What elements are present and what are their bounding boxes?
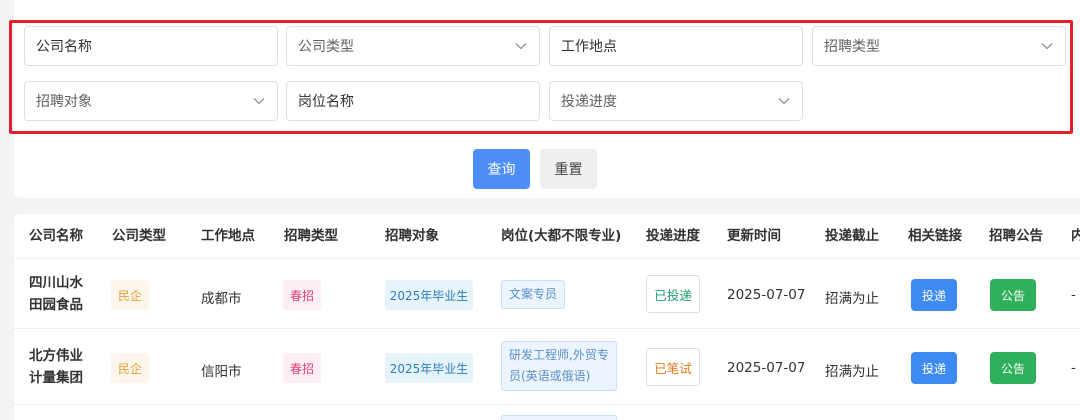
header-company-name: 公司名称 xyxy=(29,228,83,244)
company-type-badge: 民企 xyxy=(111,353,149,383)
apply-button[interactable]: 投递 xyxy=(911,279,957,311)
company-name-placeholder: 公司名称 xyxy=(36,39,92,55)
chevron-down-icon xyxy=(1041,43,1053,50)
header-location: 工作地点 xyxy=(201,228,255,244)
progress-badge: 已笔试 xyxy=(646,348,700,386)
extra-cell: - xyxy=(1071,287,1076,303)
row-divider xyxy=(14,328,1080,329)
company-name-line: 北方伟业 xyxy=(29,348,83,364)
header-links: 相关链接 xyxy=(908,228,962,244)
apply-progress-placeholder: 投递进度 xyxy=(561,94,617,110)
progress-badge: 已投递 xyxy=(646,275,700,313)
header-divider xyxy=(14,258,1080,259)
chevron-down-icon xyxy=(253,98,265,105)
results-table: 公司名称 公司类型 工作地点 招聘类型 招聘对象 岗位(大都不限专业) 投递进度… xyxy=(14,214,1080,420)
header-notice: 招聘公告 xyxy=(989,228,1043,244)
updated-cell: 2025-07-07 xyxy=(727,360,806,376)
company-name-line: 田园食品 xyxy=(29,297,83,313)
header-company-type: 公司类型 xyxy=(112,228,166,244)
work-location-input[interactable]: 工作地点 xyxy=(549,26,803,66)
header-recruit-type: 招聘类型 xyxy=(284,228,338,244)
company-name-input[interactable]: 公司名称 xyxy=(24,26,278,66)
header-progress: 投递进度 xyxy=(646,228,700,244)
query-button[interactable]: 查询 xyxy=(473,149,530,189)
recruit-type-badge: 春招 xyxy=(283,353,321,383)
updated-cell: 2025-07-07 xyxy=(727,287,806,303)
work-location-placeholder: 工作地点 xyxy=(561,39,617,55)
position-tag: 文案专员 xyxy=(501,280,566,309)
company-type-badge: 民企 xyxy=(111,280,149,310)
company-type-placeholder: 公司类型 xyxy=(298,39,354,55)
deadline-cell: 招满为止 xyxy=(825,364,879,380)
reset-button[interactable]: 重置 xyxy=(540,149,597,189)
header-position: 岗位(大都不限专业) xyxy=(501,228,622,244)
company-name-cell: 北方伟业 计量集团 xyxy=(29,345,91,389)
notice-button[interactable]: 公告 xyxy=(990,279,1036,311)
recruit-target-select[interactable]: 招聘对象 xyxy=(24,81,278,121)
location-cell: 成都市 xyxy=(201,291,242,307)
target-badge: 2025年毕业生 xyxy=(385,353,473,383)
header-updated: 更新时间 xyxy=(727,228,781,244)
header-extra: 内 xyxy=(1071,228,1080,244)
position-name-input[interactable]: 岗位名称 xyxy=(286,81,540,121)
company-name-line: 四川山水 xyxy=(29,275,83,291)
extra-cell: - xyxy=(1071,360,1076,376)
deadline-cell: 招满为止 xyxy=(825,291,879,307)
recruit-target-placeholder: 招聘对象 xyxy=(36,94,92,110)
recruit-type-placeholder: 招聘类型 xyxy=(824,39,880,55)
chevron-down-icon xyxy=(515,43,527,50)
company-name-cell: 四川山水 田园食品 xyxy=(29,272,91,316)
apply-progress-select[interactable]: 投递进度 xyxy=(549,81,803,121)
notice-button[interactable]: 公告 xyxy=(990,352,1036,384)
position-name-placeholder: 岗位名称 xyxy=(298,94,354,110)
row-divider xyxy=(14,404,1080,405)
recruit-type-badge: 春招 xyxy=(283,280,321,310)
company-name-line: 计量集团 xyxy=(29,370,83,386)
apply-button[interactable]: 投递 xyxy=(911,352,957,384)
header-target: 招聘对象 xyxy=(385,228,439,244)
target-badge: 2025年毕业生 xyxy=(385,280,473,310)
recruit-type-select[interactable]: 招聘类型 xyxy=(812,26,1066,66)
position-tag xyxy=(501,415,617,420)
company-type-select[interactable]: 公司类型 xyxy=(286,26,540,66)
chevron-down-icon xyxy=(778,98,790,105)
position-tag: 研发工程师,外贸专员(英语或俄语) xyxy=(501,341,617,391)
header-deadline: 投递截止 xyxy=(825,228,879,244)
location-cell: 信阳市 xyxy=(201,364,242,380)
